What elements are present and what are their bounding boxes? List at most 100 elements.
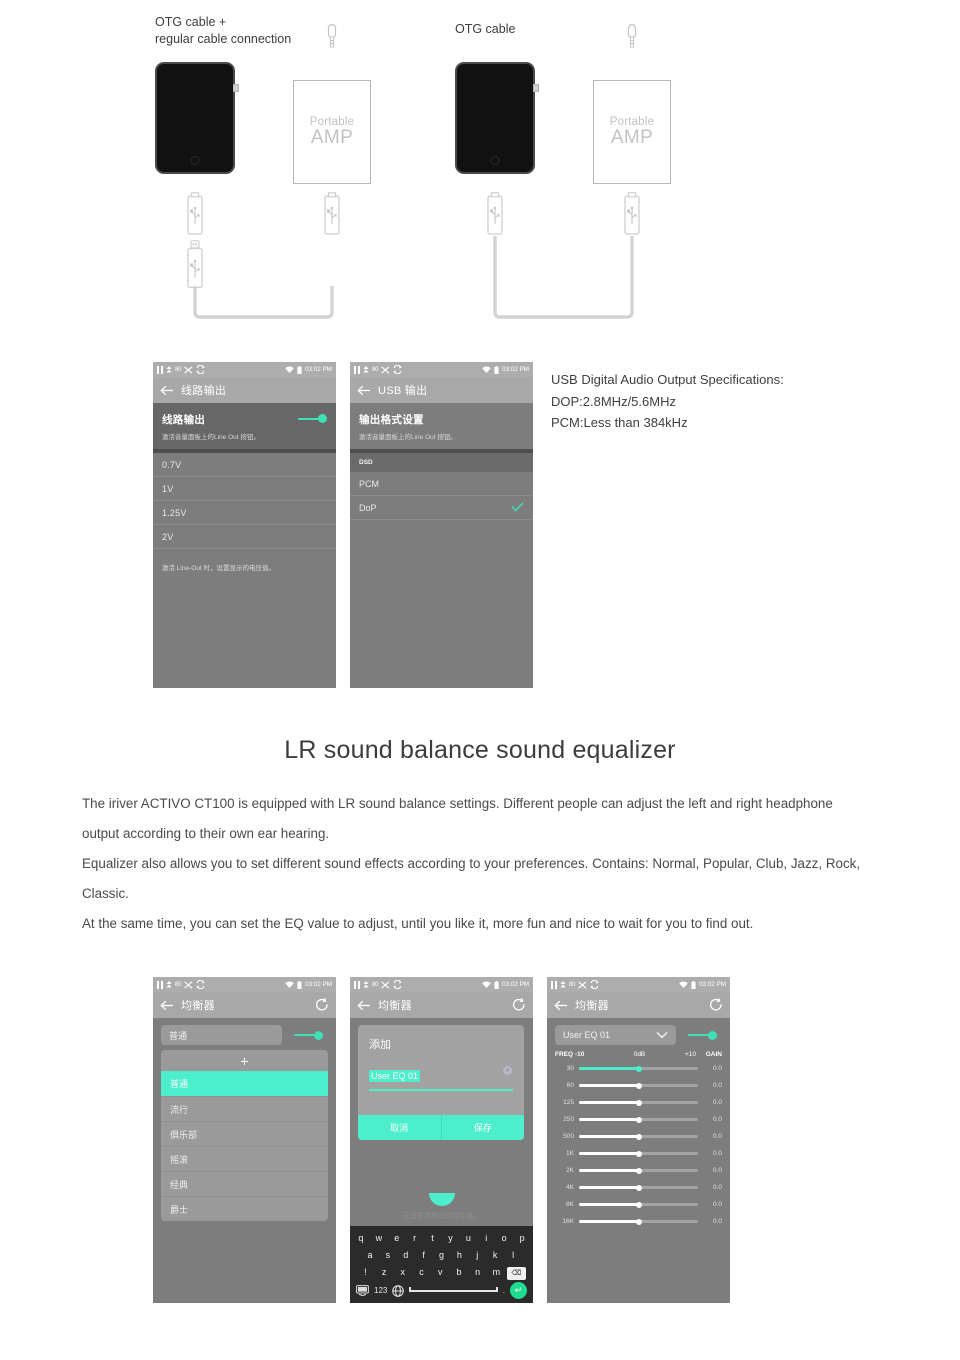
eq-band-row-8k[interactable]: 8K 0.0	[547, 1196, 730, 1213]
eq-band-row-500[interactable]: 500 0.0	[547, 1128, 730, 1145]
eq-band-slider-knob[interactable]	[635, 1167, 642, 1174]
key-w[interactable]: w	[371, 1230, 387, 1247]
eq-preset-item-rock[interactable]: 摇滚	[161, 1146, 328, 1171]
key-g[interactable]: g	[434, 1247, 450, 1264]
voltage-option-row[interactable]: 0.7V	[153, 453, 336, 477]
line-output-toggle[interactable]	[298, 414, 327, 423]
eq-band-slider[interactable]	[579, 1218, 698, 1225]
key-s[interactable]: s	[380, 1247, 396, 1264]
key-m[interactable]: m	[488, 1264, 505, 1281]
key-y[interactable]: y	[443, 1230, 459, 1247]
eq-band-slider[interactable]	[579, 1082, 698, 1089]
eq-preset-item-jazz[interactable]: 爵士	[161, 1196, 328, 1221]
eq-preset-dropdown[interactable]: User EQ 01	[555, 1025, 676, 1045]
preset-name-field[interactable]: User EQ 01 ✕	[358, 1052, 524, 1084]
keyboard-switch-icon[interactable]	[356, 1285, 369, 1296]
key-x[interactable]: x	[394, 1264, 411, 1281]
eq-band-slider-knob[interactable]	[635, 1099, 642, 1106]
eq-band-row-60[interactable]: 60 0.0	[547, 1077, 730, 1094]
eq-band-slider-knob[interactable]	[635, 1133, 642, 1140]
eq-current-preset-field[interactable]: 普通	[161, 1025, 282, 1045]
key-v[interactable]: v	[432, 1264, 449, 1281]
key-c[interactable]: c	[413, 1264, 430, 1281]
back-arrow-icon[interactable]	[357, 385, 371, 396]
key-b[interactable]: b	[451, 1264, 468, 1281]
eq-band-row-4k[interactable]: 4K 0.0	[547, 1179, 730, 1196]
key-o[interactable]: o	[496, 1230, 512, 1247]
key-q[interactable]: q	[353, 1230, 369, 1247]
eq-band-slider[interactable]	[579, 1201, 698, 1208]
eq-enable-toggle[interactable]	[294, 1030, 323, 1040]
voltage-option-row[interactable]: 1.25V	[153, 501, 336, 525]
eq-band-slider[interactable]	[579, 1184, 698, 1191]
eq-band-slider[interactable]	[579, 1150, 698, 1157]
back-arrow-icon[interactable]	[160, 1000, 174, 1011]
eq-band-slider-knob[interactable]	[635, 1201, 642, 1208]
eq-band-slider-knob[interactable]	[635, 1150, 642, 1157]
key-a[interactable]: a	[362, 1247, 378, 1264]
refresh-icon[interactable]	[512, 998, 526, 1012]
add-preset-button[interactable]: +	[161, 1050, 328, 1071]
checkmark-icon	[511, 501, 524, 514]
eq-band-row-125[interactable]: 125 0.0	[547, 1094, 730, 1111]
key-exclamation[interactable]: !	[357, 1264, 374, 1281]
numbers-key[interactable]: 123	[374, 1286, 387, 1295]
key-p[interactable]: p	[514, 1230, 530, 1247]
eq-band-slider[interactable]	[579, 1065, 698, 1072]
key-r[interactable]: r	[407, 1230, 423, 1247]
eq-preset-item-classic[interactable]: 经典	[161, 1171, 328, 1196]
eq-band-slider-knob[interactable]	[635, 1065, 642, 1072]
period-key[interactable]: .	[503, 1286, 505, 1295]
battery-icon	[494, 365, 499, 374]
eq-band-slider-knob[interactable]	[635, 1184, 642, 1191]
usb-format-row-pcm[interactable]: PCM	[350, 472, 533, 496]
key-d[interactable]: d	[398, 1247, 414, 1264]
shuffle-icon	[578, 980, 587, 989]
key-n[interactable]: n	[469, 1264, 486, 1281]
eq-preset-item-club[interactable]: 俱乐部	[161, 1121, 328, 1146]
key-j[interactable]: j	[469, 1247, 485, 1264]
eq-band-slider[interactable]	[579, 1167, 698, 1174]
globe-icon[interactable]	[392, 1284, 405, 1297]
key-z[interactable]: z	[376, 1264, 393, 1281]
volume-icon	[363, 366, 369, 373]
key-h[interactable]: h	[451, 1247, 467, 1264]
key-t[interactable]: t	[425, 1230, 441, 1247]
eq-enable-toggle[interactable]	[688, 1030, 717, 1040]
refresh-icon[interactable]	[709, 998, 723, 1012]
back-arrow-icon[interactable]	[160, 385, 174, 396]
usb-format-row-dop[interactable]: DoP	[350, 496, 533, 520]
eq-band-slider[interactable]	[579, 1116, 698, 1123]
key-f[interactable]: f	[416, 1247, 432, 1264]
key-i[interactable]: i	[478, 1230, 494, 1247]
save-button[interactable]: 保存	[440, 1115, 524, 1140]
cancel-button[interactable]: 取消	[358, 1115, 441, 1140]
key-u[interactable]: u	[460, 1230, 476, 1247]
screenshot-eq-presets: 80 03:02 PM 均衡器 普通 + 普通 流行 俱乐部 摇滚 经典 爵士	[153, 977, 336, 1303]
back-arrow-icon[interactable]	[554, 1000, 568, 1011]
key-k[interactable]: k	[487, 1247, 503, 1264]
eq-band-slider[interactable]	[579, 1099, 698, 1106]
eq-preset-item-normal[interactable]: 普通	[161, 1071, 328, 1096]
enter-key-icon[interactable]: ↵	[510, 1282, 527, 1299]
eq-band-row-2k[interactable]: 2K 0.0	[547, 1162, 730, 1179]
backspace-key-icon[interactable]: ⌫	[506, 1267, 526, 1280]
key-l[interactable]: l	[505, 1247, 521, 1264]
eq-band-row-30[interactable]: 30 0.0	[547, 1060, 730, 1077]
eq-band-slider[interactable]	[579, 1133, 698, 1140]
eq-band-row-1k[interactable]: 1K 0.0	[547, 1145, 730, 1162]
voltage-option-row[interactable]: 1V	[153, 477, 336, 501]
eq-band-slider-knob[interactable]	[635, 1218, 642, 1225]
eq-band-slider-knob[interactable]	[635, 1116, 642, 1123]
space-key[interactable]	[409, 1286, 499, 1292]
eq-band-slider-knob[interactable]	[635, 1082, 642, 1089]
eq-preset-item-popular[interactable]: 流行	[161, 1096, 328, 1121]
eq-presets-body: 普通 + 普通 流行 俱乐部 摇滚 经典 爵士	[153, 1018, 336, 1221]
key-e[interactable]: e	[389, 1230, 405, 1247]
clear-input-icon[interactable]: ✕	[503, 1066, 512, 1075]
back-arrow-icon[interactable]	[357, 1000, 371, 1011]
voltage-option-row[interactable]: 2V	[153, 525, 336, 549]
eq-band-row-250[interactable]: 250 0.0	[547, 1111, 730, 1128]
eq-band-row-16k[interactable]: 16K 0.0	[547, 1213, 730, 1230]
refresh-icon[interactable]	[315, 998, 329, 1012]
